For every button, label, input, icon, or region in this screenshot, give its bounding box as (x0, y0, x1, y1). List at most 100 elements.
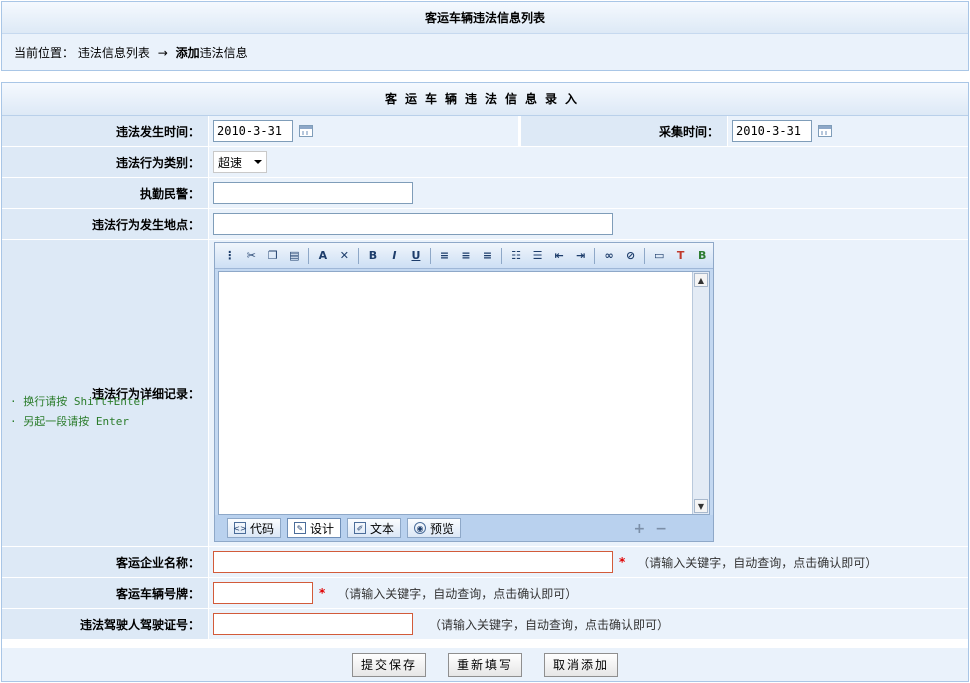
top-panel: 客运车辆违法信息列表 当前位置： 违法信息列表 → 添加违法信息 (1, 1, 969, 71)
font-icon[interactable]: A (314, 247, 332, 265)
toolbar-divider (594, 247, 596, 264)
license-cell: （请输入关键字，自动查询，点击确认即可） (209, 609, 968, 639)
reset-button[interactable]: 重新填写 (447, 652, 522, 677)
tab-design[interactable]: ✎ 设计 (287, 518, 342, 538)
breadcrumb-link-list[interactable]: 违法信息列表 (78, 46, 150, 60)
tip-line: · 另起一段请按 Enter (10, 415, 129, 428)
row-company: 客运企业名称： * （请输入关键字，自动查询，点击确认即可） (2, 547, 968, 578)
grip-icon: ⋮ (224, 249, 236, 262)
editor-mode-bar: <> 代码 ✎ 设计 ✐ 文本 ◉ 预览 + − (215, 515, 713, 541)
toolbar-divider (308, 247, 310, 264)
collect-time-input[interactable] (732, 120, 812, 142)
horizontal-rule-icon[interactable]: ▭ (650, 247, 668, 265)
row-detail: 违法行为详细记录： · 换行请按 Shift+Enter · 另起一段请按 En… (2, 240, 968, 547)
label-occur-time: 违法发生时间： (2, 116, 208, 146)
align-center-icon[interactable]: ≡ (457, 247, 475, 265)
cut-icon[interactable]: ✂ (243, 247, 261, 265)
breadcrumb-arrow-icon: → (157, 46, 168, 60)
row-officer: 执勤民警： (2, 178, 968, 209)
indent-icon[interactable]: ⇥ (572, 247, 590, 265)
label-collect-time: 采集时间： (521, 116, 727, 146)
zoom-out-icon[interactable]: − (655, 521, 667, 537)
scroll-down-icon[interactable]: ▼ (694, 499, 708, 513)
officer-input[interactable] (213, 182, 413, 204)
label-officer: 执勤民警： (2, 178, 208, 208)
text-color-icon[interactable]: T (672, 247, 690, 265)
license-input[interactable] (213, 613, 413, 635)
company-input[interactable] (213, 551, 613, 573)
align-left-icon[interactable]: ≡ (436, 247, 454, 265)
row-plate: 客运车辆号牌： * （请输入关键字，自动查询，点击确认即可） (2, 578, 968, 609)
unlink-icon[interactable]: ⊘ (622, 247, 640, 265)
category-cell: 超速 (209, 147, 968, 177)
row-category: 违法行为类别： 超速 (2, 147, 968, 178)
align-right-icon[interactable]: ≡ (479, 247, 497, 265)
tab-text[interactable]: ✐ 文本 (347, 518, 402, 538)
clear-format-icon[interactable]: ✕ (336, 247, 354, 265)
toolbar-divider (429, 247, 431, 264)
category-select[interactable]: 超速 (213, 151, 267, 173)
toolbar-divider (501, 247, 503, 264)
page-title: 客运车辆违法信息列表 (2, 2, 968, 34)
editor-content-area[interactable]: ▲ ▼ (218, 271, 710, 515)
tab-preview[interactable]: ◉ 预览 (407, 518, 462, 538)
code-icon: <> (233, 522, 247, 534)
ordered-list-icon[interactable]: ☷ (507, 247, 525, 265)
editor-tips: · 换行请按 Shift+Enter · 另起一段请按 Enter (10, 392, 147, 432)
location-input[interactable] (213, 213, 613, 235)
tab-code[interactable]: <> 代码 (227, 518, 282, 538)
label-license: 违法驾驶人驾驶证号： (2, 609, 208, 639)
label-category: 违法行为类别： (2, 147, 208, 177)
category-select-value: 超速 (218, 155, 243, 170)
breadcrumb-current-strong: 添加 (175, 46, 200, 60)
form-panel: 客运车辆违法信息录入 违法发生时间： 采集时间： 违法行为类别： 超速 执勤民警… (1, 82, 969, 682)
tab-preview-label: 预览 (430, 521, 455, 536)
background-color-icon[interactable]: B (693, 247, 711, 265)
plate-input[interactable] (213, 582, 313, 604)
location-cell (209, 209, 968, 239)
plate-cell: * （请输入关键字，自动查询，点击确认即可） (209, 578, 968, 608)
officer-cell (209, 178, 968, 208)
rich-text-editor: ⋮ ✂ ❐ ▤ A ✕ B I U ≡ ≡ ≡ ☷ ☰ ⇤ ⇥ ∞ ⊘ ▭ T … (214, 242, 714, 542)
tip-line: · 换行请按 Shift+Enter (10, 395, 147, 408)
toolbar-divider (644, 247, 646, 264)
cancel-add-button[interactable]: 取消添加 (544, 652, 619, 677)
breadcrumb-label: 当前位置： (14, 46, 75, 60)
design-icon: ✎ (294, 522, 307, 534)
label-company: 客运企业名称： (2, 547, 208, 577)
tab-design-label: 设计 (310, 521, 335, 536)
copy-icon[interactable]: ❐ (264, 247, 282, 265)
zoom-in-icon[interactable]: + (634, 521, 646, 537)
unordered-list-icon[interactable]: ☰ (529, 247, 547, 265)
row-license: 违法驾驶人驾驶证号： （请输入关键字，自动查询，点击确认即可） (2, 609, 968, 640)
label-plate: 客运车辆号牌： (2, 578, 208, 608)
bold-icon[interactable]: B (364, 247, 382, 265)
text-icon: ✐ (354, 522, 367, 534)
calendar-icon[interactable] (299, 125, 313, 137)
row-location: 违法行为发生地点： (2, 209, 968, 240)
form-title: 客运车辆违法信息录入 (2, 83, 968, 116)
scroll-up-icon[interactable]: ▲ (694, 273, 708, 287)
preview-icon: ◉ (414, 522, 427, 534)
action-bar: 提交保存 重新填写 取消添加 (2, 648, 968, 681)
tab-code-label: 代码 (250, 521, 275, 536)
outdent-icon[interactable]: ⇤ (550, 247, 568, 265)
italic-icon[interactable]: I (386, 247, 404, 265)
required-mark: * (319, 586, 326, 600)
license-hint: （请输入关键字，自动查询，点击确认即可） (429, 617, 670, 632)
paste-icon[interactable]: ▤ (286, 247, 304, 265)
occur-time-cell (209, 116, 518, 146)
link-icon[interactable]: ∞ (600, 247, 618, 265)
submit-save-button[interactable]: 提交保存 (351, 652, 426, 677)
company-cell: * （请输入关键字，自动查询，点击确认即可） (209, 547, 968, 577)
required-mark: * (619, 555, 626, 569)
editor-toolbar: ⋮ ✂ ❐ ▤ A ✕ B I U ≡ ≡ ≡ ☷ ☰ ⇤ ⇥ ∞ ⊘ ▭ T … (215, 243, 713, 269)
company-hint: （请输入关键字，自动查询，点击确认即可） (637, 555, 878, 570)
editor-scrollbar[interactable]: ▲ ▼ (692, 272, 709, 514)
occur-time-input[interactable] (213, 120, 293, 142)
underline-icon[interactable]: U (407, 247, 425, 265)
chevron-down-icon (254, 160, 262, 164)
calendar-icon[interactable] (818, 125, 832, 137)
label-location: 违法行为发生地点： (2, 209, 208, 239)
toolbar-divider (358, 247, 360, 264)
